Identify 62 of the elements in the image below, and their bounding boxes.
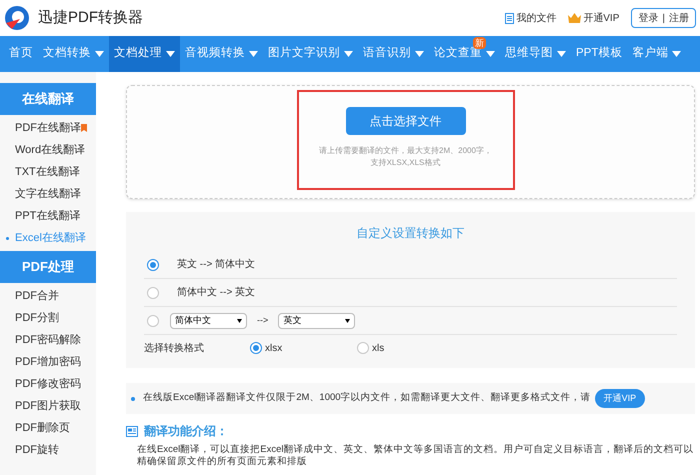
crown-icon <box>568 13 582 23</box>
sidebar-item[interactable]: PDF分割 <box>0 307 96 329</box>
format-option-label: xlsx <box>265 342 282 356</box>
option-row[interactable]: 简体中文 --> 英文 <box>144 307 677 335</box>
dropdown-arrow-icon <box>345 318 350 322</box>
bullet-icon <box>6 236 9 240</box>
sidebar-item[interactable]: Word在线翻译 <box>0 139 96 161</box>
radio-button[interactable] <box>147 286 159 298</box>
sidebar-item[interactable]: TXT在线翻译 <box>0 161 96 183</box>
sidebar-item[interactable]: PDF密码解除 <box>0 329 96 351</box>
sidebar-item[interactable]: PDF旋转 <box>0 439 96 461</box>
radio-button[interactable] <box>250 342 262 354</box>
upload-hint: 请上传需要翻译的文件，最大支持2M、2000字， <box>319 145 492 157</box>
separator: | <box>662 12 665 26</box>
option-label: 简体中文 --> 英文 <box>177 286 256 300</box>
logo-icon <box>4 5 30 31</box>
intro-title: 翻译功能介绍： <box>144 423 228 440</box>
dropdown-select[interactable]: 英文 <box>278 312 356 328</box>
document-icon <box>505 12 514 24</box>
option-row[interactable]: 英文 --> 简体中文 <box>144 251 677 279</box>
dropdown-arrow-icon <box>237 318 242 322</box>
bookmark-icon <box>81 124 87 132</box>
bullet-icon <box>131 396 135 400</box>
format-option-label: xls <box>372 342 384 356</box>
radio-button[interactable] <box>147 314 159 326</box>
caret-icon <box>672 51 682 57</box>
notice-text: 在线版Excel翻译器翻译文件仅限于2M、1000字以内文件，如需翻译更大文件、翻译更多格式文件，请 <box>143 391 591 406</box>
register-link[interactable]: 注册 <box>669 10 689 26</box>
new-badge: 新 <box>473 37 486 49</box>
sidebar-heading: 在线翻译 <box>0 83 96 115</box>
caret-icon <box>95 51 104 57</box>
sidebar-item[interactable]: PPT在线翻译 <box>0 205 96 227</box>
intro-text: 在线Excel翻译，可以直接把Excel翻译成中文、英文、繁体中文等多国语言的文档。用户可自定义目标语言，翻译后的文档可以精确保留原文件的所有页面元素和排版 <box>136 444 694 468</box>
sidebar-heading: PDF处理 <box>0 251 96 283</box>
option-row[interactable]: 简体中文 --> 英文 <box>144 279 677 307</box>
settings-title: 自定义设置转换如下 <box>356 225 466 242</box>
sidebar-item[interactable]: PDF合并 <box>0 285 96 307</box>
sidebar-item[interactable]: 文字在线翻译 <box>0 183 96 205</box>
caret-icon <box>166 51 175 57</box>
vip-link[interactable]: 开通VIP <box>568 10 620 26</box>
arrow-text: --> <box>257 314 268 327</box>
radio-button[interactable] <box>357 342 369 354</box>
brand-name: 迅捷PDF转换器 <box>38 8 143 28</box>
caret-icon <box>249 51 258 57</box>
sidebar-item[interactable]: PDF在线翻译 <box>0 117 96 139</box>
my-files-link[interactable]: 我的文件 <box>505 10 556 26</box>
sidebar-item[interactable]: PDF修改密码 <box>0 373 96 395</box>
nav-tab[interactable]: 文档处理 <box>109 36 180 72</box>
caret-icon <box>415 51 424 57</box>
newspaper-icon <box>126 426 138 436</box>
sidebar-item[interactable]: PDF增加密码 <box>0 351 96 373</box>
login-link[interactable]: 登录 <box>638 10 658 26</box>
caret-icon <box>344 51 353 57</box>
dropdown-select[interactable]: 简体中文 <box>170 312 247 328</box>
caret-icon <box>486 51 495 57</box>
sidebar-item[interactable]: PDF删除页 <box>0 417 96 439</box>
upload-hint: 支持XLSX,XLS格式 <box>370 157 440 169</box>
caret-icon <box>557 51 566 57</box>
radio-button[interactable] <box>147 258 159 270</box>
option-label: 英文 --> 简体中文 <box>177 258 256 272</box>
sidebar-item[interactable]: PDF图片获取 <box>0 395 96 417</box>
format-label: 选择转换格式 <box>144 342 205 356</box>
